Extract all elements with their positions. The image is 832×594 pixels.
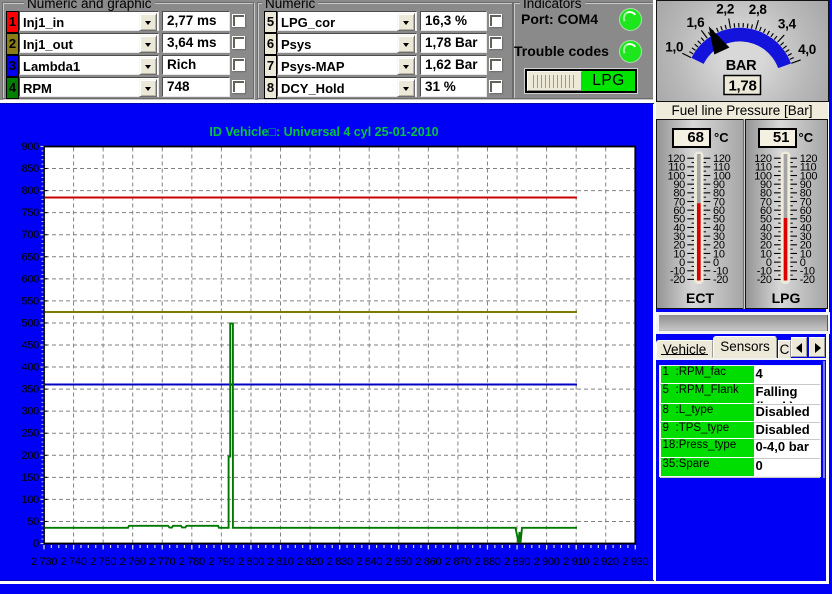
svg-text:2 870: 2 870: [445, 556, 471, 568]
svg-text:650: 650: [22, 251, 40, 263]
svg-text:2 850: 2 850: [386, 556, 412, 568]
svg-text:-20: -20: [713, 274, 728, 286]
svg-text:700: 700: [22, 229, 40, 241]
svg-text:50: 50: [27, 516, 39, 528]
svg-text:2 930: 2 930: [622, 556, 648, 568]
svg-text:300: 300: [22, 406, 40, 418]
svg-text:450: 450: [22, 340, 40, 352]
svg-text:350: 350: [22, 384, 40, 396]
svg-text:100: 100: [22, 494, 40, 506]
svg-text:2 810: 2 810: [268, 556, 294, 568]
svg-text:2 840: 2 840: [356, 556, 382, 568]
svg-text:2 860: 2 860: [415, 556, 441, 568]
svg-text:2 830: 2 830: [327, 556, 353, 568]
svg-text:2 750: 2 750: [90, 556, 116, 568]
svg-text:2 770: 2 770: [149, 556, 175, 568]
svg-text:2 920: 2 920: [593, 556, 619, 568]
svg-text:2 790: 2 790: [208, 556, 234, 568]
svg-text:900: 900: [22, 141, 40, 153]
svg-text:400: 400: [22, 362, 40, 374]
svg-text:2 910: 2 910: [563, 556, 589, 568]
svg-text:200: 200: [22, 450, 40, 462]
svg-text:0: 0: [33, 538, 39, 550]
svg-text:2,2: 2,2: [716, 1, 734, 16]
svg-text:-20: -20: [670, 274, 685, 286]
svg-text:750: 750: [22, 207, 40, 219]
svg-text:2 880: 2 880: [474, 556, 500, 568]
svg-text:150: 150: [22, 472, 40, 484]
svg-text:2 820: 2 820: [297, 556, 323, 568]
svg-text:ID Vehicle□: Universal 4 cyl 2: ID Vehicle□: Universal 4 cyl 25-01-2010: [209, 125, 438, 139]
svg-text:2 760: 2 760: [120, 556, 146, 568]
svg-text:1,0: 1,0: [665, 40, 683, 55]
svg-text:1,78: 1,78: [729, 78, 757, 95]
svg-text:4,0: 4,0: [798, 42, 816, 57]
svg-text:-20: -20: [757, 274, 772, 286]
svg-text:250: 250: [22, 428, 40, 440]
svg-text:600: 600: [22, 273, 40, 285]
svg-text:500: 500: [22, 317, 40, 329]
svg-text:550: 550: [22, 295, 40, 307]
svg-text:2 800: 2 800: [238, 556, 264, 568]
svg-text:1,6: 1,6: [686, 15, 705, 30]
svg-text:850: 850: [22, 163, 40, 175]
svg-text:2 900: 2 900: [534, 556, 560, 568]
svg-text:2 730: 2 730: [31, 556, 57, 568]
svg-text:3,4: 3,4: [778, 17, 797, 32]
svg-text:2 780: 2 780: [179, 556, 205, 568]
svg-text:2 740: 2 740: [61, 556, 87, 568]
svg-text:800: 800: [22, 185, 40, 197]
svg-text:-20: -20: [800, 274, 815, 286]
svg-text:BAR: BAR: [726, 58, 757, 74]
svg-text:2 890: 2 890: [504, 556, 530, 568]
svg-text:2,8: 2,8: [749, 2, 768, 17]
